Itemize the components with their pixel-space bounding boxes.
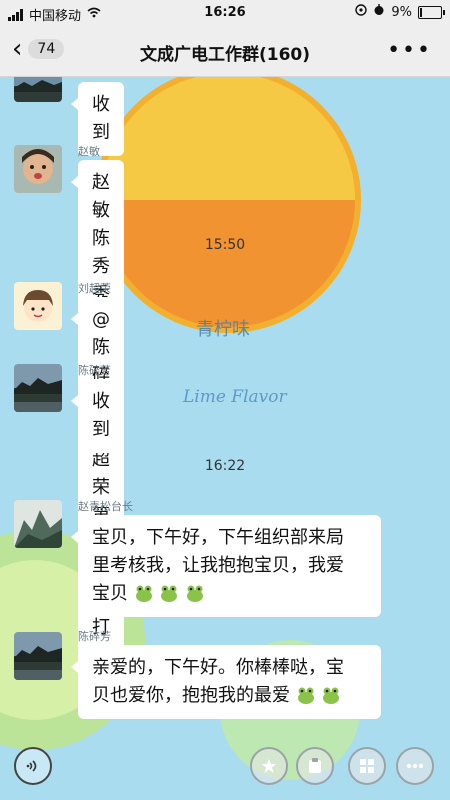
timestamp: 16:22	[204, 458, 246, 474]
battery-icon	[418, 5, 445, 19]
message-list: 收到 赵敏 赵敏 陈秀秀 潘聪聪 第一针已打 15:50 刘超荣 @陈碎芳 刘超…	[0, 72, 450, 730]
avatar[interactable]	[14, 282, 62, 330]
sender-name: 刘超荣	[78, 282, 111, 295]
sender-name: 赵敏	[78, 145, 100, 158]
location-icon	[355, 4, 368, 20]
frog-emoji-icon	[296, 685, 316, 704]
avatar[interactable]	[14, 632, 62, 680]
voice-icon[interactable]	[14, 747, 52, 785]
grid-icon[interactable]	[348, 747, 386, 785]
more-icon[interactable]	[396, 747, 434, 785]
message-text-line: 宝贝	[92, 583, 128, 604]
message-text: 收到	[92, 391, 110, 440]
battery-percent: 9%	[391, 4, 412, 20]
input-bar	[0, 735, 450, 800]
message-bubble[interactable]: 收到	[71, 379, 124, 453]
sender-name: 陈碎芳	[78, 364, 111, 377]
message-text-line: 亲爱的，下午好。你棒棒哒，宝	[92, 657, 344, 678]
alarm-icon	[373, 4, 385, 20]
message-text-line: 里考核我，让我抱抱宝贝，我爱	[92, 555, 344, 576]
avatar[interactable]	[14, 364, 62, 412]
message-text-line: 宝贝，下午好，下午组织部来局	[92, 527, 344, 548]
sender-name: 赵青松台长	[78, 500, 133, 513]
timestamp: 15:50	[204, 237, 246, 253]
frog-emoji-icon	[321, 685, 341, 704]
avatar[interactable]	[14, 145, 62, 193]
more-options-icon[interactable]: •••	[387, 38, 432, 63]
avatar[interactable]	[14, 500, 62, 548]
star-icon[interactable]	[250, 747, 288, 785]
sender-name: 陈碎芳	[78, 630, 111, 643]
chat-title: 文成广电工作群(160)	[139, 45, 311, 65]
frog-emoji-icon	[159, 583, 179, 602]
chat-header: ‹ 74 文成广电工作群(160) •••	[0, 26, 450, 77]
message-text-line: 贝也爱你，抱抱我的最爱	[92, 685, 290, 706]
clipboard-icon[interactable]	[296, 747, 334, 785]
message-text: 收到	[92, 94, 110, 143]
frog-emoji-icon	[185, 583, 205, 602]
frog-emoji-icon	[134, 583, 154, 602]
message-bubble[interactable]: 亲爱的，下午好。你棒棒哒，宝 贝也爱你，抱抱我的最爱	[71, 645, 381, 719]
message-bubble[interactable]: 宝贝，下午好，下午组织部来局 里考核我，让我抱抱宝贝，我爱 宝贝	[71, 515, 381, 617]
status-bar: 中国移动 16:26 9%	[0, 0, 450, 26]
